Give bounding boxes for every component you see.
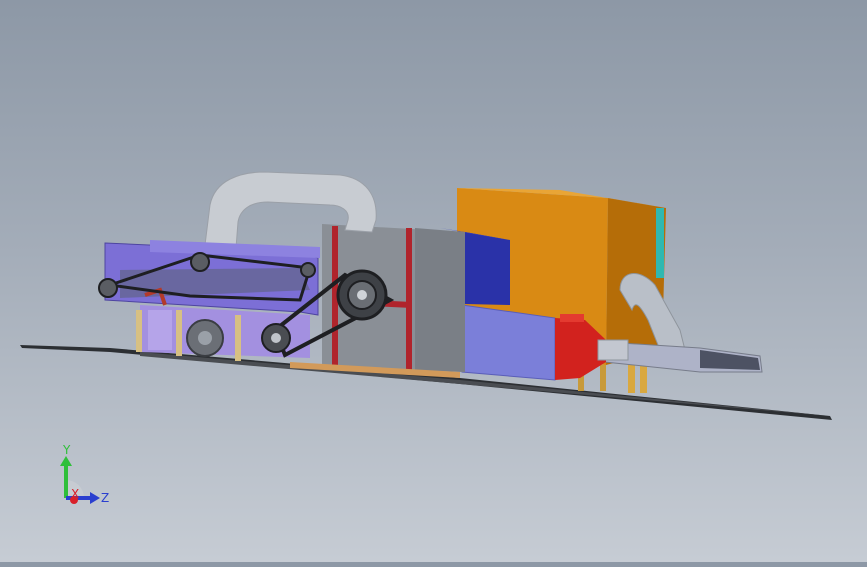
blue-control-box[interactable] (465, 232, 510, 305)
drive-pulley-hub (357, 290, 367, 300)
support-leg (600, 365, 606, 391)
x-axis-label: X (71, 487, 79, 501)
y-axis-label: Y (62, 443, 71, 457)
frame-leg (136, 310, 142, 352)
triad-graphic: Y X Z (60, 443, 109, 505)
z-axis-arrowhead (90, 492, 100, 504)
small-pulley-left[interactable] (98, 278, 118, 298)
connector-pipe (597, 339, 629, 361)
cad-viewport[interactable] (0, 0, 867, 562)
cabinet-trim (406, 228, 412, 370)
teal-panel (656, 208, 664, 278)
support-leg (628, 365, 635, 393)
z-axis-label: Z (101, 491, 109, 505)
assembly-model[interactable] (0, 0, 867, 562)
y-axis-arrowhead (60, 456, 72, 466)
support-leg (640, 365, 647, 393)
main-cabinet-shade (415, 228, 465, 372)
motor-hub (198, 331, 212, 345)
motor-pulley-hub (271, 333, 281, 343)
frame-leg (235, 315, 241, 361)
small-pulley-right[interactable] (300, 262, 316, 278)
orientation-triad[interactable]: Y X Z (40, 436, 120, 516)
perforated-panel (148, 310, 172, 350)
hopper-chute[interactable] (461, 304, 556, 381)
frame-leg (176, 310, 182, 356)
nozzle-flange (560, 314, 584, 322)
small-pulley-top[interactable] (190, 252, 210, 272)
